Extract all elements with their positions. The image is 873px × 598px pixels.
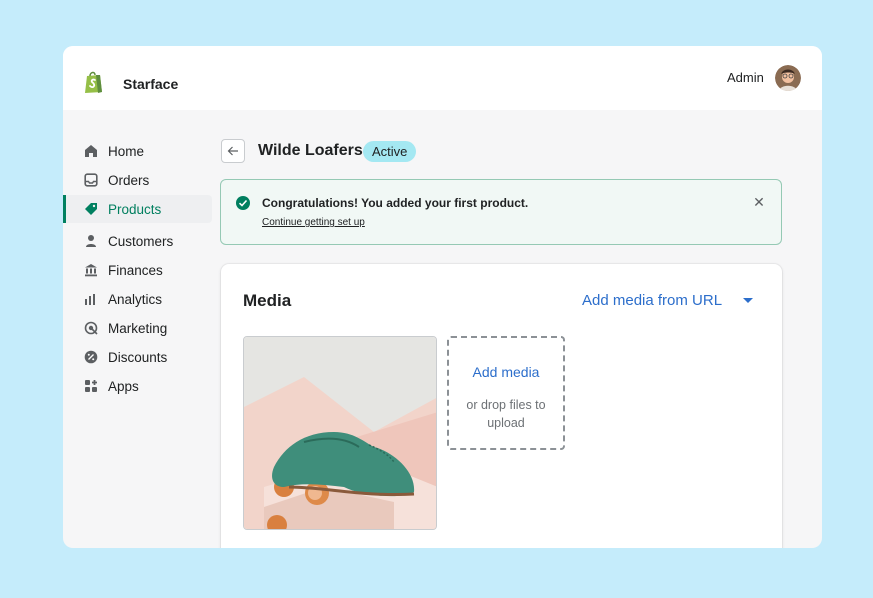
target-icon <box>83 321 98 336</box>
status-badge: Active <box>363 141 417 162</box>
dropzone-hint: or drop files to upload <box>466 398 546 430</box>
discount-icon <box>83 350 98 365</box>
sidebar-item-label: Marketing <box>108 320 168 336</box>
apps-icon <box>83 379 98 394</box>
sidebar-item-discounts[interactable]: Discounts <box>63 343 212 371</box>
banner-title: Congratulations! You added your first pr… <box>262 196 529 210</box>
avatar[interactable] <box>775 65 801 91</box>
sidebar-item-label: Apps <box>108 378 139 394</box>
caret-down-icon[interactable] <box>742 297 754 305</box>
sidebar-item-label: Finances <box>108 262 163 278</box>
sidebar-item-label: Customers <box>108 233 174 249</box>
back-button[interactable] <box>221 139 245 163</box>
media-dropzone[interactable]: Add media or drop files to upload <box>447 336 565 450</box>
sidebar-item-label: Discounts <box>108 349 168 365</box>
admin-window: Starface Admin Home Orders Products Cust… <box>63 46 822 548</box>
sidebar-item-apps[interactable]: Apps <box>63 372 212 400</box>
person-icon <box>83 234 98 249</box>
success-banner: Congratulations! You added your first pr… <box>220 179 782 245</box>
sidebar-item-analytics[interactable]: Analytics <box>63 285 212 313</box>
media-card: Media Add media from URL Add media or dr… <box>221 264 782 548</box>
add-media-button[interactable]: Add media <box>449 364 563 380</box>
arrow-left-icon <box>227 146 238 156</box>
shopify-bag-icon[interactable] <box>83 70 105 94</box>
card-title: Media <box>243 291 292 310</box>
close-icon[interactable]: ✕ <box>751 194 767 210</box>
sidebar-item-label: Analytics <box>108 291 163 307</box>
orders-icon <box>83 173 98 188</box>
top-bar: Starface Admin <box>63 46 822 110</box>
product-photo <box>244 337 436 529</box>
store-name[interactable]: Starface <box>123 76 178 92</box>
continue-setup-link[interactable]: Continue getting set up <box>262 217 365 228</box>
sidebar-item-marketing[interactable]: Marketing <box>63 314 212 342</box>
avatar-image <box>775 65 801 91</box>
sidebar-item-label: Orders <box>108 172 150 188</box>
tag-icon <box>83 202 98 217</box>
bar-chart-icon <box>83 292 98 307</box>
sidebar-item-orders[interactable]: Orders <box>63 166 212 194</box>
bank-icon <box>83 263 98 278</box>
product-image[interactable] <box>243 336 437 530</box>
sidebar-item-customers[interactable]: Customers <box>63 227 212 255</box>
sidebar-item-home[interactable]: Home <box>63 137 212 165</box>
sidebar-item-products[interactable]: Products <box>63 195 212 223</box>
home-icon <box>83 144 98 159</box>
check-circle-icon <box>236 196 250 210</box>
sidebar-item-finances[interactable]: Finances <box>63 256 212 284</box>
sidebar-item-label: Home <box>108 143 145 159</box>
admin-label[interactable]: Admin <box>727 70 764 85</box>
sidebar-item-label: Products <box>108 201 162 217</box>
add-media-from-url-button[interactable]: Add media from URL <box>582 292 722 309</box>
page-title: Wilde Loafers <box>258 142 363 159</box>
